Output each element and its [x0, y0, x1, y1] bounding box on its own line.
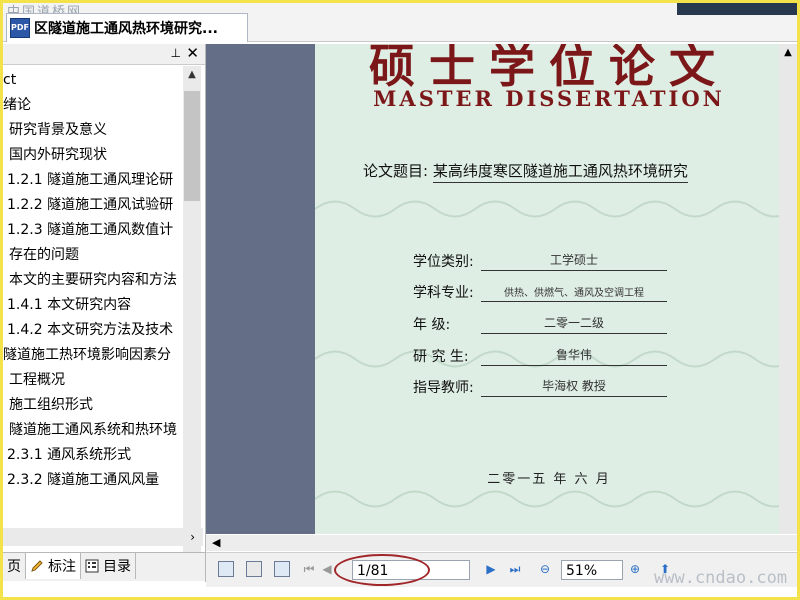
outline-icon [85, 559, 99, 573]
toc-item[interactable]: ct [3, 68, 181, 93]
panel-header: ⊥ ✕ [3, 44, 205, 65]
toc-item[interactable]: 1.2.2 隧道施工通风试验研 [3, 193, 181, 218]
document-tab[interactable]: PDF 区隧道施工通风热环境研究... [6, 13, 248, 42]
toc-item[interactable]: 1.2.3 隧道施工通风数值计 [3, 218, 181, 243]
tab-outline-label: 目录 [103, 559, 131, 575]
watermark-bottom: www.cndao.com [654, 568, 788, 588]
toc-horizontal-scrollbar[interactable]: › [3, 528, 203, 546]
pdf-app-icon: PDF [10, 18, 30, 38]
window-header-dark [677, 3, 797, 15]
zoom-out-icon[interactable]: ⊖ [536, 560, 554, 578]
toc-list: ct 绪论 研究背景及意义 国内外研究现状 1.2.1 隧道施工通风理论研 1.… [3, 68, 181, 568]
zoom-level-input[interactable]: 51% [561, 560, 623, 580]
toc-item[interactable]: 本文的主要研究内容和方法 [3, 268, 181, 293]
document-tab-title: 区隧道施工通风热环境研究... [34, 21, 218, 37]
pencil-icon [30, 559, 44, 573]
document-viewer[interactable]: 硕士学位论文 MASTER DISSERTATION 论文题目: 某高纬度寒区隧… [206, 44, 797, 534]
thesis-title: 论文题目: 某高纬度寒区隧道施工通风热环境研究 [363, 160, 688, 183]
field-value: 工学硕士 [481, 251, 667, 271]
field-label: 研 究 生: [413, 349, 469, 365]
scroll-thumb[interactable] [184, 91, 200, 201]
scroll-up-icon[interactable]: ▲ [779, 44, 797, 62]
field-grade: 年 级: 二零一二级 [413, 314, 667, 334]
toc-vertical-scrollbar[interactable]: ▲ ▼ [183, 66, 201, 570]
toc-item[interactable]: 绪论 [3, 93, 181, 118]
navigation-panel: ⊥ ✕ ct 绪论 研究背景及意义 国内外研究现状 1.2.1 隧道施工通风理论… [3, 44, 206, 582]
document-page: 硕士学位论文 MASTER DISSERTATION 论文题目: 某高纬度寒区隧… [315, 44, 783, 534]
thesis-value: 某高纬度寒区隧道施工通风热环境研究 [432, 162, 688, 183]
page-background-pattern [315, 490, 783, 508]
thesis-date: 二零一五 年 六 月 [487, 472, 611, 487]
viewer-vertical-scrollbar[interactable]: ▲ [779, 44, 797, 534]
single-page-view-icon[interactable] [218, 561, 234, 577]
pin-icon[interactable]: ⊥ [171, 46, 181, 60]
field-advisor: 指导教师: 毕海权 教授 [413, 377, 667, 397]
last-page-icon[interactable]: ⏭ [506, 560, 524, 578]
field-degree: 学位类别: 工学硕士 [413, 251, 667, 271]
page-background-pattern [315, 200, 783, 218]
field-value: 鲁华伟 [481, 346, 667, 366]
toc-item[interactable]: 研究背景及意义 [3, 118, 181, 143]
scroll-left-icon[interactable]: ◀ [212, 535, 220, 551]
toc-item[interactable]: 2.3.2 隧道施工通风风量 [3, 468, 181, 493]
field-label: 指导教师: [413, 380, 474, 396]
tab-pages-label: 页 [7, 559, 21, 575]
first-page-icon[interactable]: ⏮ [300, 560, 318, 578]
tab-outline[interactable]: 目录 [81, 553, 136, 579]
field-value: 二零一二级 [481, 314, 667, 334]
scroll-up-icon[interactable]: ▲ [183, 66, 201, 84]
toc-item[interactable]: 施工组织形式 [3, 393, 181, 418]
two-page-view-icon[interactable] [274, 561, 290, 577]
highlight-ellipse [334, 554, 430, 586]
field-value: 供热、供燃气、通风及空调工程 [481, 284, 667, 302]
field-value: 毕海权 教授 [481, 377, 667, 397]
toc-item[interactable]: 1.2.1 隧道施工通风理论研 [3, 168, 181, 193]
toc-item[interactable]: 存在的问题 [3, 243, 181, 268]
field-label: 年 级: [413, 317, 451, 333]
scroll-right-icon[interactable]: › [190, 528, 195, 546]
toc-item[interactable]: 隧道施工通风系统和热环境 [3, 418, 181, 443]
next-page-icon[interactable]: ▶ [482, 560, 500, 578]
continuous-view-icon[interactable] [246, 561, 262, 577]
toc-item[interactable]: 国内外研究现状 [3, 143, 181, 168]
page-title-english: MASTER DISSERTATION [373, 86, 725, 111]
viewer-horizontal-scrollbar[interactable]: ◀ [206, 535, 797, 551]
toc-item[interactable]: 1.4.2 本文研究方法及技术 [3, 318, 181, 343]
field-label: 学科专业: [413, 285, 474, 301]
tab-pages[interactable]: 页 [3, 553, 26, 579]
tab-annotations-label: 标注 [48, 559, 76, 575]
close-icon[interactable]: ✕ [186, 44, 199, 62]
toc-item[interactable]: 1.4.1 本文研究内容 [3, 293, 181, 318]
document-tab-strip: 中国道桥网 PDF 区隧道施工通风热环境研究... [3, 3, 797, 42]
tab-annotations[interactable]: 标注 [26, 553, 81, 579]
field-label: 学位类别: [413, 254, 474, 270]
toc-item[interactable]: 工程概况 [3, 368, 181, 393]
panel-tabs: 页 标注 目录 [3, 552, 205, 581]
thesis-label: 论文题目: [363, 162, 429, 180]
toc-item[interactable]: 2.3.1 通风系统形式 [3, 443, 181, 468]
zoom-in-icon[interactable]: ⊕ [626, 560, 644, 578]
toc-item[interactable]: 隧道施工热环境影响因素分 [3, 343, 181, 368]
field-major: 学科专业: 供热、供燃气、通风及空调工程 [413, 282, 667, 302]
field-student: 研 究 生: 鲁华伟 [413, 346, 667, 366]
